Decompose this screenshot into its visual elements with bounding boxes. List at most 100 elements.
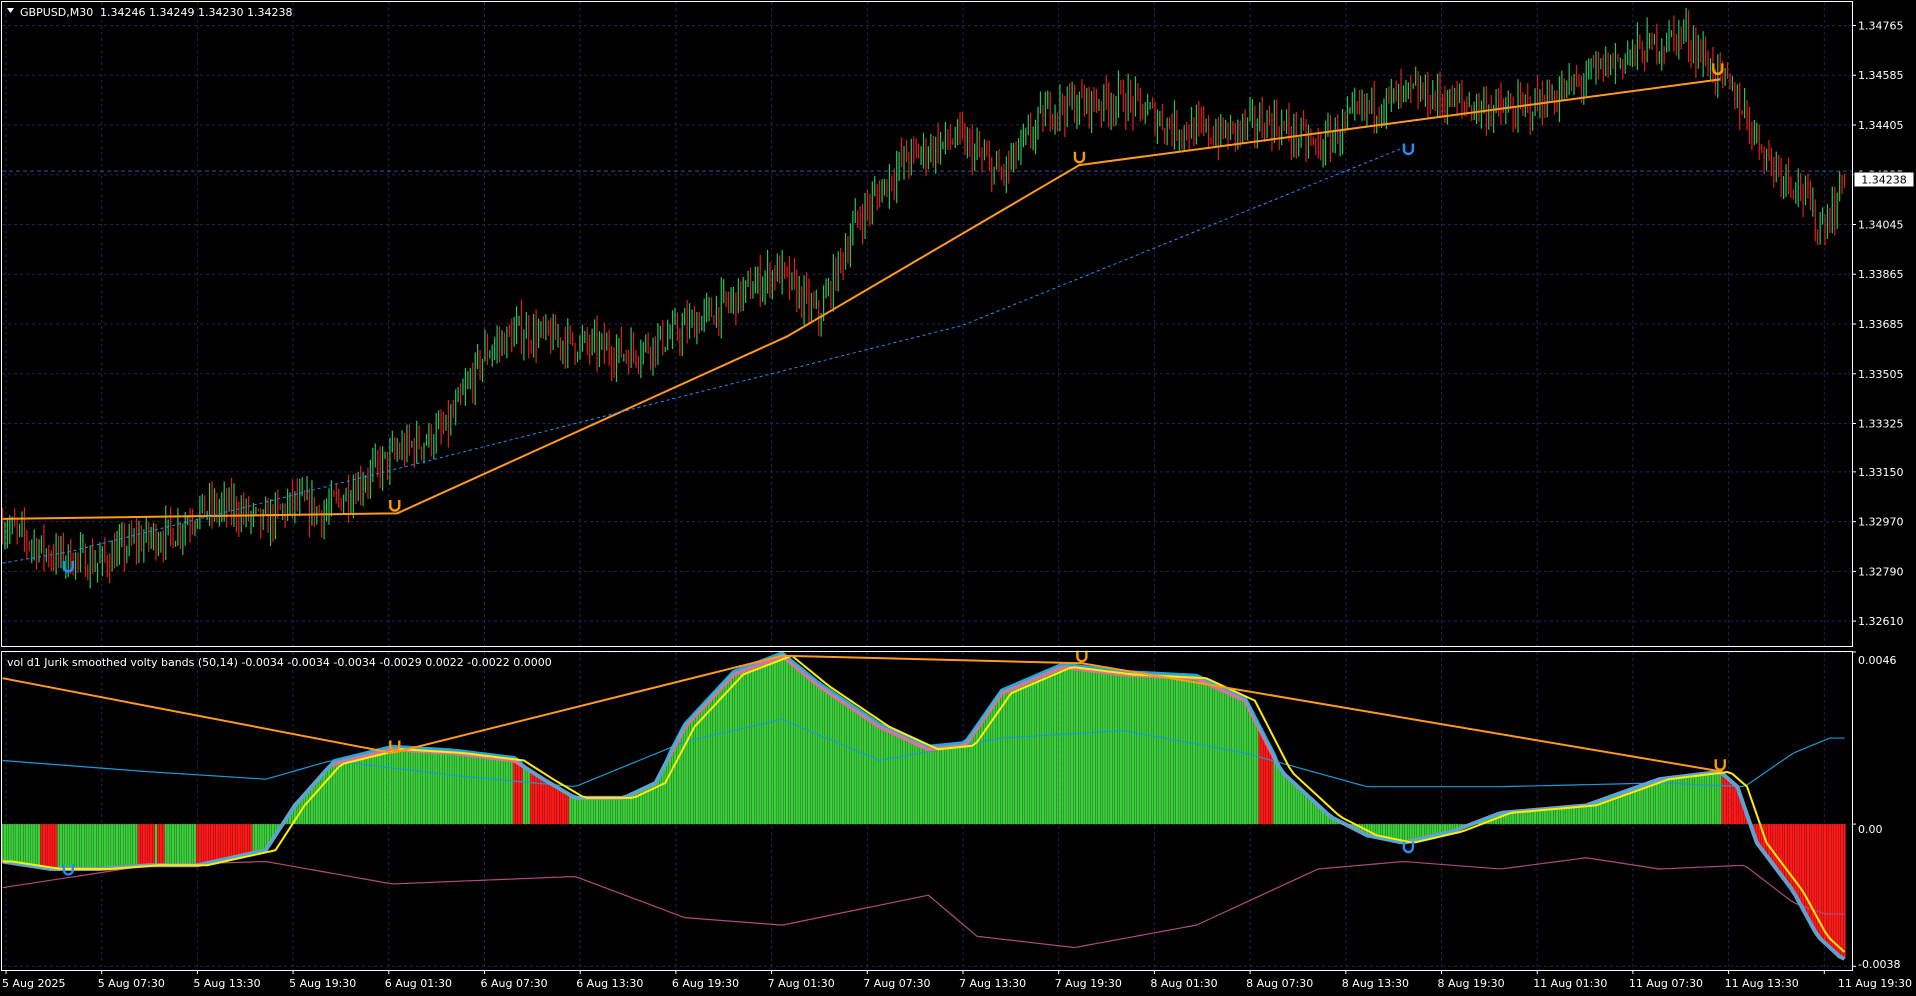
histogram-bar [69,824,72,869]
histogram-bar [839,700,842,825]
histogram-bar [1787,824,1790,885]
time-tick-label: 7 Aug 19:30 [1055,977,1122,990]
histogram-bar [608,797,611,825]
histogram-bar [1670,777,1673,825]
histogram-bar [169,824,172,866]
histogram-bar [988,710,991,825]
histogram-bar [1772,824,1775,866]
histogram-bar [993,703,996,825]
histogram-bar [308,788,311,825]
ohlc-quote: 1.34246 1.34249 1.34230 1.34238 [100,6,292,19]
histogram-bar [106,824,109,869]
histogram-bar [1051,671,1054,825]
histogram-bar [549,783,552,825]
histogram-bar [622,797,625,825]
histogram-bar [759,664,762,825]
time-tick-label: 6 Aug 07:30 [481,977,548,990]
histogram-bar [927,749,930,825]
histogram-bar [525,768,528,825]
histogram-bar [1134,675,1137,825]
histogram-bar [1626,790,1629,825]
histogram-bar [885,730,889,825]
histogram-bar [805,675,808,825]
histogram-bar [1699,774,1702,825]
histogram-bar [50,824,53,869]
histogram-bar [1767,824,1771,860]
histogram-bar [210,824,214,863]
histogram-bar [1777,824,1780,872]
histogram-bar [89,824,92,869]
histogram-bar [795,667,798,825]
histogram-bar [888,731,891,825]
histogram-bar [1714,772,1717,825]
histogram-bar [452,753,455,825]
histogram-bar [530,771,533,825]
histogram-bar [215,824,219,861]
histogram-bar [123,824,126,868]
histogram-bar [176,824,180,866]
histogram-bar [189,824,192,866]
histogram-bar [1239,698,1242,825]
histogram-bar [18,824,21,865]
histogram-bar [140,824,143,866]
histogram-bar [620,797,623,825]
price-tick-label: 1.32610 [1858,615,1904,628]
time-tick-label: 11 Aug 01:30 [1533,977,1607,990]
histogram-bar [841,702,845,825]
histogram-bar [820,687,823,825]
histogram-bar [766,661,769,825]
histogram-bar [162,824,165,866]
histogram-bar [1417,824,1420,840]
lower-band-line [2,857,1845,949]
histogram-bar [866,718,869,825]
time-tick-label: 6 Aug 13:30 [576,977,643,990]
histogram-bar [739,671,742,825]
histogram-bar [483,756,487,825]
histogram-bar [410,750,413,825]
histogram-bar [1304,794,1308,825]
time-tick-label: 8 Aug 01:30 [1150,977,1217,990]
histogram-bar [1226,692,1230,825]
histogram-bar [335,763,338,825]
histogram-bar [352,758,355,825]
histogram-bar [91,824,94,869]
histogram-bar [1234,696,1237,825]
histogram-bar [1799,824,1802,905]
histogram-bar [1209,684,1213,825]
histogram-bar [742,670,745,825]
histogram-bar [13,824,16,864]
histogram-bar [1826,824,1829,946]
histogram-bar [1163,676,1166,825]
histogram-bar [415,750,418,825]
histogram-bar [1024,682,1027,825]
trading-chart[interactable]: 1.347651.345851.344051.342251.340451.338… [0,0,1916,996]
histogram-bar [40,824,43,868]
histogram-bar [1141,675,1144,825]
histogram-bar [966,742,969,825]
collapse-triangle-icon[interactable] [7,8,14,13]
histogram-bar [1214,687,1217,825]
histogram-bar [803,673,806,825]
histogram-bar [349,759,353,825]
histogram-bar [206,824,209,864]
histogram-bar [103,824,106,869]
histogram-bar [315,780,318,825]
histogram-bar [1414,824,1417,840]
histogram-bar [995,700,998,825]
histogram-bar [198,824,201,865]
histogram-bar [700,708,703,825]
histogram-bar [398,749,401,825]
histogram-bar [1650,781,1654,825]
histogram-bar [396,749,399,825]
histogram-bar [374,753,377,825]
time-tick-label: 7 Aug 13:30 [959,977,1026,990]
histogram-bar [118,824,121,868]
histogram-bar [542,779,545,825]
histogram-bar [773,658,776,825]
histogram-bar [447,752,450,825]
histogram-bar [220,824,223,860]
histogram-bar [924,748,928,825]
histogram-bar [971,735,974,825]
histogram-bar [1551,808,1554,825]
histogram-bar [859,713,862,825]
